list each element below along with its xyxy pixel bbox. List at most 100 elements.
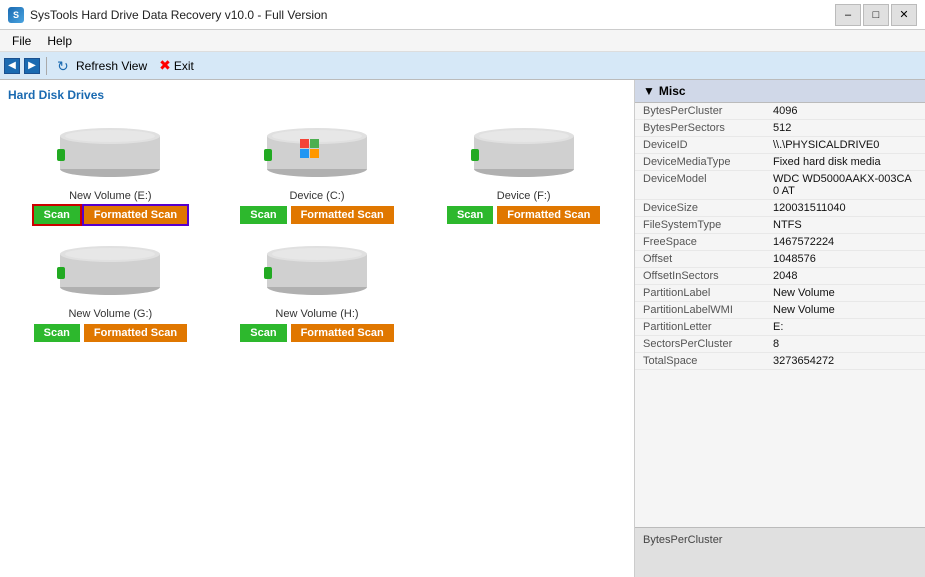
prop-value: New Volume <box>765 285 925 302</box>
prop-value: New Volume <box>765 302 925 319</box>
drive-item-e: New Volume (E:) ScanFormatted Scan <box>12 116 209 224</box>
prop-key: FreeSpace <box>635 234 765 251</box>
drive-item-h: New Volume (H:) Scan Formatted Scan <box>219 234 416 342</box>
prop-row: FileSystemTypeNTFS <box>635 217 925 234</box>
prop-value: 8 <box>765 336 925 353</box>
prop-row: DeviceSize120031511040 <box>635 200 925 217</box>
prop-value: 1048576 <box>765 251 925 268</box>
main-layout: Hard Disk Drives New Volume (E:)ScanForm… <box>0 80 925 577</box>
formatted-scan-button-h[interactable]: Formatted Scan <box>291 324 394 342</box>
drive-buttons-e: ScanFormatted Scan <box>34 206 187 224</box>
prop-key: BytesPerSectors <box>635 120 765 137</box>
drive-item-c: Device (C:)Scan Formatted Scan <box>219 116 416 224</box>
prop-value: 3273654272 <box>765 353 925 370</box>
scan-button-h[interactable]: Scan <box>240 324 286 342</box>
prop-value: WDC WD5000AAKX-003CA0 AT <box>765 171 925 200</box>
prop-key: PartitionLabel <box>635 285 765 302</box>
drive-item-g: New Volume (G:) ScanFormatted Scan <box>12 234 209 342</box>
prop-key: PartitionLabelWMI <box>635 302 765 319</box>
prop-value: 512 <box>765 120 925 137</box>
drives-grid: New Volume (E:)ScanFormatted Scan Device… <box>8 112 626 346</box>
prop-value: 1467572224 <box>765 234 925 251</box>
prop-row: TotalSpace3273654272 <box>635 353 925 370</box>
title-bar: S SysTools Hard Drive Data Recovery v10.… <box>0 0 925 30</box>
minimize-button[interactable]: – <box>835 4 861 26</box>
prop-key: SectorsPerCluster <box>635 336 765 353</box>
prop-row: OffsetInSectors2048 <box>635 268 925 285</box>
drive-buttons-g: ScanFormatted Scan <box>34 324 187 342</box>
drive-label-f: Device (F:) <box>497 190 551 202</box>
prop-key: DeviceModel <box>635 171 765 200</box>
title-bar-left: S SysTools Hard Drive Data Recovery v10.… <box>8 7 327 23</box>
drive-buttons-h: Scan Formatted Scan <box>240 324 393 342</box>
nav-next-button[interactable]: ▶ <box>24 58 40 74</box>
drive-label-e: New Volume (E:) <box>69 190 152 202</box>
props-section-label: Misc <box>659 84 686 98</box>
drive-icon-g <box>50 234 170 304</box>
drive-icon-h <box>257 234 377 304</box>
prop-value: \\.\PHYSICALDRIVE0 <box>765 137 925 154</box>
scan-button-c[interactable]: Scan <box>240 206 286 224</box>
formatted-scan-button-g[interactable]: Formatted Scan <box>84 324 187 342</box>
prop-value: E: <box>765 319 925 336</box>
prop-key: Offset <box>635 251 765 268</box>
maximize-button[interactable]: □ <box>863 4 889 26</box>
menu-file[interactable]: File <box>4 32 39 50</box>
refresh-icon: ↻ <box>57 58 73 74</box>
right-panel: ▼ Misc BytesPerCluster4096BytesPerSector… <box>635 80 925 577</box>
drive-buttons-f: ScanFormatted Scan <box>447 206 600 224</box>
prop-row: BytesPerCluster4096 <box>635 103 925 120</box>
prop-row: DeviceModelWDC WD5000AAKX-003CA0 AT <box>635 171 925 200</box>
prop-value: 120031511040 <box>765 200 925 217</box>
prop-row: DeviceMediaTypeFixed hard disk media <box>635 154 925 171</box>
exit-label: Exit <box>174 59 194 73</box>
drive-icon-f <box>464 116 584 186</box>
prop-key: FileSystemType <box>635 217 765 234</box>
prop-value: NTFS <box>765 217 925 234</box>
formatted-scan-button-e[interactable]: Formatted Scan <box>84 206 187 224</box>
properties-table: BytesPerCluster4096BytesPerSectors512Dev… <box>635 103 925 370</box>
drive-icon-e <box>50 116 170 186</box>
toolbar-separator <box>46 57 47 75</box>
exit-action[interactable]: ✖ Exit <box>155 55 198 76</box>
drive-label-c: Device (C:) <box>289 190 344 202</box>
title-text: SysTools Hard Drive Data Recovery v10.0 … <box>30 8 327 22</box>
prop-row: SectorsPerCluster8 <box>635 336 925 353</box>
drive-label-h: New Volume (H:) <box>275 308 358 320</box>
drive-label-g: New Volume (G:) <box>68 308 152 320</box>
prop-row: DeviceID\\.\PHYSICALDRIVE0 <box>635 137 925 154</box>
prop-value: Fixed hard disk media <box>765 154 925 171</box>
collapse-icon[interactable]: ▼ <box>643 84 655 98</box>
bottom-info: BytesPerCluster <box>635 527 925 577</box>
prop-key: PartitionLetter <box>635 319 765 336</box>
drive-item-f: Device (F:) ScanFormatted Scan <box>425 116 622 224</box>
scan-button-g[interactable]: Scan <box>34 324 80 342</box>
close-button[interactable]: ✕ <box>891 4 917 26</box>
drive-icon-c <box>257 116 377 186</box>
prop-key: DeviceSize <box>635 200 765 217</box>
bottom-label: BytesPerCluster <box>643 534 722 546</box>
prop-row: PartitionLabelNew Volume <box>635 285 925 302</box>
exit-icon: ✖ <box>159 57 171 74</box>
formatted-scan-button-c[interactable]: Formatted Scan <box>291 206 394 224</box>
prop-row: PartitionLabelWMINew Volume <box>635 302 925 319</box>
prop-key: TotalSpace <box>635 353 765 370</box>
nav-prev-button[interactable]: ◀ <box>4 58 20 74</box>
refresh-action[interactable]: ↻ Refresh View <box>53 56 151 76</box>
menu-help[interactable]: Help <box>39 32 80 50</box>
prop-key: DeviceMediaType <box>635 154 765 171</box>
scan-button-f[interactable]: Scan <box>447 206 493 224</box>
title-controls: – □ ✕ <box>835 4 917 26</box>
formatted-scan-button-f[interactable]: Formatted Scan <box>497 206 600 224</box>
left-panel: Hard Disk Drives New Volume (E:)ScanForm… <box>0 80 635 577</box>
props-header: ▼ Misc <box>635 80 925 103</box>
prop-row: FreeSpace1467572224 <box>635 234 925 251</box>
menu-bar: File Help <box>0 30 925 52</box>
scan-button-e[interactable]: Scan <box>34 206 80 224</box>
prop-row: Offset1048576 <box>635 251 925 268</box>
refresh-label: Refresh View <box>76 59 147 73</box>
prop-key: OffsetInSectors <box>635 268 765 285</box>
prop-row: PartitionLetterE: <box>635 319 925 336</box>
app-icon: S <box>8 7 24 23</box>
drive-buttons-c: Scan Formatted Scan <box>240 206 393 224</box>
